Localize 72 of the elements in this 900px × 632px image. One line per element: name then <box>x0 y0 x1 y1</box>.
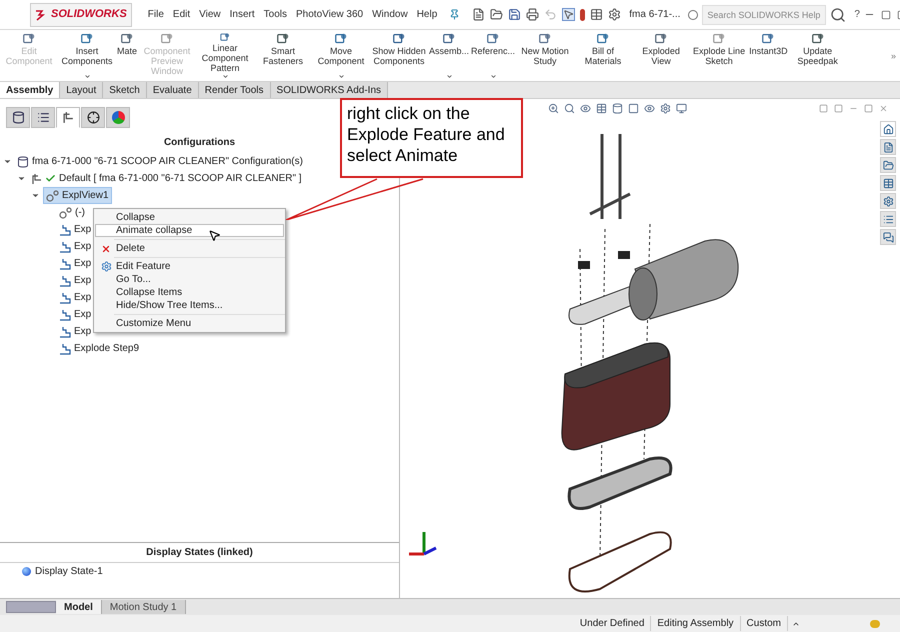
menu-item[interactable]: Help <box>416 7 438 22</box>
menu-item[interactable]: Window <box>372 7 408 22</box>
tree-item[interactable]: Exp <box>57 290 94 305</box>
ribbon-button[interactable]: Insert Components <box>58 30 116 81</box>
command-tab[interactable]: Layout <box>60 82 104 98</box>
ribbon-button[interactable]: Mate <box>116 30 138 81</box>
command-tab[interactable]: Render Tools <box>198 82 271 98</box>
ribbon-button[interactable]: Explode Line Sketch <box>690 30 748 81</box>
tree-item[interactable]: Exp <box>57 222 94 237</box>
ribbon-button[interactable]: Move Component <box>312 30 370 81</box>
callout-text: right click on the Explode Feature and select Animate <box>347 103 506 166</box>
search-field[interactable]: Search SOLIDWORKS Help <box>702 4 826 24</box>
status-text: Editing Assembly <box>651 616 741 631</box>
ribbon-button[interactable]: Instant3D <box>748 30 789 81</box>
ribbon-button[interactable]: Assemb... <box>428 30 470 81</box>
ribbon-button[interactable]: Show Hidden Components <box>370 30 428 81</box>
tree-item[interactable]: Exp <box>57 324 94 339</box>
command-tab[interactable]: Evaluate <box>146 82 199 98</box>
ribbon-button[interactable]: New Motion Study <box>516 30 574 81</box>
bottom-tab[interactable]: Motion Study 1 <box>102 600 186 614</box>
ribbon-button[interactable]: Referenc... <box>470 30 516 81</box>
help-button[interactable]: ? <box>854 7 860 22</box>
tree-item[interactable]: Exp <box>57 256 94 271</box>
command-tab[interactable]: Sketch <box>103 82 147 98</box>
ribbon-button[interactable]: Bill of Materials <box>574 30 632 81</box>
bottom-tab[interactable]: Model <box>56 600 102 614</box>
window-title: fma 6-71-... <box>629 8 680 22</box>
tree-item[interactable]: Exp <box>57 307 94 322</box>
tree-item-label: Exp <box>74 257 92 271</box>
tree-item-label: (-) <box>75 206 85 220</box>
tree-item-label: Exp <box>74 325 92 339</box>
ribbon-button[interactable]: Exploded View <box>632 30 690 81</box>
menu-item[interactable]: Collapse Items <box>95 286 284 299</box>
tree-item-label: Exp <box>74 308 92 322</box>
command-tab[interactable]: SOLIDWORKS Add-Ins <box>270 82 388 98</box>
solidworks-logo: SOLIDWORKS <box>30 2 132 26</box>
status-text: Custom <box>740 616 788 631</box>
more-button[interactable]: » <box>890 50 900 60</box>
menu-item[interactable]: Tools <box>264 7 288 22</box>
menu-item[interactable]: Collapse <box>95 211 284 224</box>
menu-item[interactable]: PhotoView 360 <box>296 7 364 22</box>
menu-item[interactable]: File <box>148 7 164 22</box>
menu-item[interactable]: Go To... <box>95 273 284 286</box>
tree-item[interactable]: Exp <box>57 239 94 254</box>
tree-item[interactable]: Exp <box>57 273 94 288</box>
tree-item-label: Exp <box>74 240 92 254</box>
tree-item[interactable]: ExplView1 <box>43 187 112 204</box>
ribbon-button[interactable]: Smart Fasteners <box>254 30 312 81</box>
panel-heading: Configurations <box>164 136 236 150</box>
menu-item[interactable]: Edit <box>172 7 190 22</box>
ribbon-button[interactable]: Update Speedpak <box>788 30 847 81</box>
menu-item[interactable]: Delete <box>95 242 284 255</box>
display-state-label[interactable]: Display State-1 <box>35 564 103 579</box>
ribbon-button[interactable]: Linear Component Pattern <box>196 30 254 81</box>
tree-item[interactable]: Default [ fma 6-71-000 "6-71 SCOOP AIR CLEANER" ] <box>29 171 304 186</box>
tree-item[interactable]: Explode Step9 <box>57 341 142 356</box>
tree-item-label: Default [ fma 6-71-000 "6-71 SCOOP AIR CLEANER" ] <box>59 172 302 186</box>
tree-item[interactable]: (-) <box>57 205 87 220</box>
menu-item[interactable]: Hide/Show Tree Items... <box>95 299 284 312</box>
tree-item-label: ExplView1 <box>62 189 109 203</box>
menu-item[interactable]: Customize Menu <box>95 317 284 330</box>
menu-item[interactable]: View <box>199 7 221 22</box>
status-text: Under Defined <box>574 616 652 631</box>
panel-heading: Display States (linked) <box>0 543 399 563</box>
menu-item[interactable]: Edit Feature <box>95 260 284 273</box>
command-tab[interactable]: Assembly <box>0 82 60 98</box>
tree-item-label: Exp <box>74 274 92 288</box>
menu-item[interactable]: Animate collapse <box>95 224 284 237</box>
menu-item[interactable]: Insert <box>230 7 255 22</box>
tree-item-label: Explode Step9 <box>74 342 140 356</box>
tree-item-label: Exp <box>74 291 92 305</box>
tree-item-label: Exp <box>74 223 92 237</box>
